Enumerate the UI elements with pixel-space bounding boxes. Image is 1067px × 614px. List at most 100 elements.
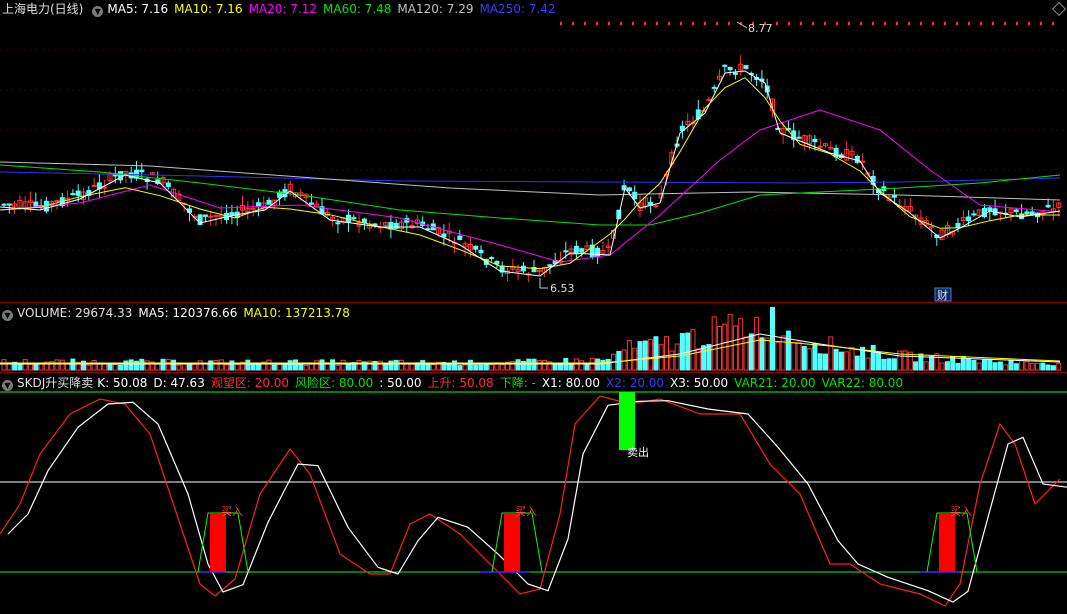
volume-bar (393, 359, 399, 371)
volume-bar (743, 336, 749, 371)
volume-bar (489, 364, 495, 371)
top-tick-marker (1028, 22, 1030, 25)
top-tick-marker (596, 22, 598, 25)
volume-bar (886, 358, 892, 371)
top-tick-marker (824, 22, 826, 25)
var21-label: VAR21: 20.00 (734, 376, 816, 390)
volume-bar (568, 363, 574, 371)
low-price-marker: 6.53 (550, 282, 575, 295)
candle-body (833, 147, 839, 158)
top-tick-marker (992, 22, 994, 25)
volume-bar (420, 360, 426, 371)
candle-body (165, 182, 171, 188)
top-tick-marker (848, 22, 850, 25)
top-tick-marker (680, 22, 682, 25)
candle-body (70, 193, 76, 196)
volume-bar (367, 360, 373, 371)
volume-bar (1035, 362, 1040, 371)
skdj-indicator-chart[interactable]: 买入 买入 买入 卖出 (0, 374, 1067, 614)
top-tick-marker (608, 22, 610, 25)
volume-bar (234, 364, 240, 371)
candle-body (255, 202, 261, 208)
chevron-down-icon[interactable]: ▼ (92, 6, 104, 17)
volume-bar (934, 353, 940, 371)
volume-chart-panel[interactable]: ▼ VOLUME: 29674.33 MA5: 120376.66 MA10: 137… (0, 304, 1067, 372)
volume-bar (542, 359, 548, 371)
buy-signal-3 (939, 513, 955, 572)
volume-bar (160, 358, 166, 371)
mid-label: : 50.00 (379, 376, 422, 390)
candle-body (653, 205, 659, 208)
candle-body (1045, 204, 1051, 208)
volume-bar (17, 363, 23, 371)
volume-bar (457, 365, 463, 371)
volume-bar (770, 307, 775, 371)
volume-bar (870, 344, 876, 371)
ma10-line (0, 77, 1060, 270)
candle-body (54, 200, 60, 203)
candle-body (966, 216, 972, 222)
volume-bar (118, 364, 124, 371)
buy-signal-1 (210, 513, 226, 572)
candle-body (563, 250, 569, 253)
volume-bar (340, 359, 346, 371)
volume-bar (483, 363, 489, 371)
volume-bar (176, 364, 182, 371)
volume-bar (1003, 364, 1009, 371)
volume-bar (748, 333, 754, 371)
volume-bar (966, 358, 972, 371)
volume-bar (838, 351, 844, 371)
candle-body (308, 202, 314, 205)
candle-body (266, 199, 272, 205)
ma250-label: MA250: 7.42 (479, 2, 556, 16)
price-candlestick-chart[interactable]: 8.77 6.53 财 (0, 0, 1067, 302)
skdj-indicator-panel[interactable]: 买入 买入 买入 卖出 ▼ SKDJ升买降卖 K: 50.08 D: 47.63 观望区: 2… (0, 374, 1067, 614)
ma120-label: MA120: 7.29 (397, 2, 474, 16)
volume-bar (817, 353, 823, 371)
candle-body (473, 245, 479, 250)
volume-bar (1045, 364, 1051, 371)
stock-title: 上海电力(日线) (2, 2, 84, 16)
top-tick-marker (632, 22, 634, 25)
candle-body (1013, 209, 1019, 212)
volume-bar (674, 343, 680, 371)
volume-bar (38, 363, 44, 371)
volume-bar (764, 337, 770, 371)
top-tick-marker (1004, 22, 1006, 25)
volume-bar (801, 346, 807, 371)
fall-label: 下降: - (499, 376, 536, 390)
candle-body (229, 212, 235, 216)
candle-body (457, 235, 463, 241)
volume-bar (955, 362, 961, 371)
volume-bar (54, 359, 60, 371)
volume-bar (669, 350, 675, 371)
chevron-down-icon[interactable]: ▼ (2, 310, 13, 321)
ma60-label: MA60: 7.48 (323, 2, 392, 16)
volume-bar (833, 348, 839, 371)
volume-bar (579, 360, 585, 371)
top-tick-marker (1052, 22, 1054, 25)
top-tick-marker (644, 22, 646, 25)
volume-bar (293, 359, 298, 371)
price-chart-panel[interactable]: 8.77 6.53 财 上海电力(日线) ▼ MA5: 7.16 MA10: 7.16 MA… (0, 0, 1067, 302)
top-tick-marker (776, 22, 778, 25)
candle-body (987, 207, 993, 212)
top-tick-marker (884, 22, 886, 25)
volume-bar (266, 359, 272, 371)
top-tick-marker (656, 22, 658, 25)
volume-bar (823, 353, 828, 371)
volume-bar (865, 357, 871, 371)
top-tick-marker (692, 22, 694, 25)
candle-body (727, 66, 733, 71)
candle-body (573, 245, 579, 255)
volume-bar (1019, 359, 1025, 371)
volume-bar (690, 329, 696, 371)
volume-ma10-label: MA10: 137213.78 (243, 306, 350, 320)
volume-bar (245, 359, 251, 371)
top-tick-marker (788, 22, 790, 25)
volume-bar (626, 340, 632, 371)
volume-bar (59, 359, 65, 371)
chevron-down-icon[interactable]: ▼ (2, 380, 13, 391)
volume-bar (939, 362, 945, 371)
volume-bar (531, 358, 537, 371)
